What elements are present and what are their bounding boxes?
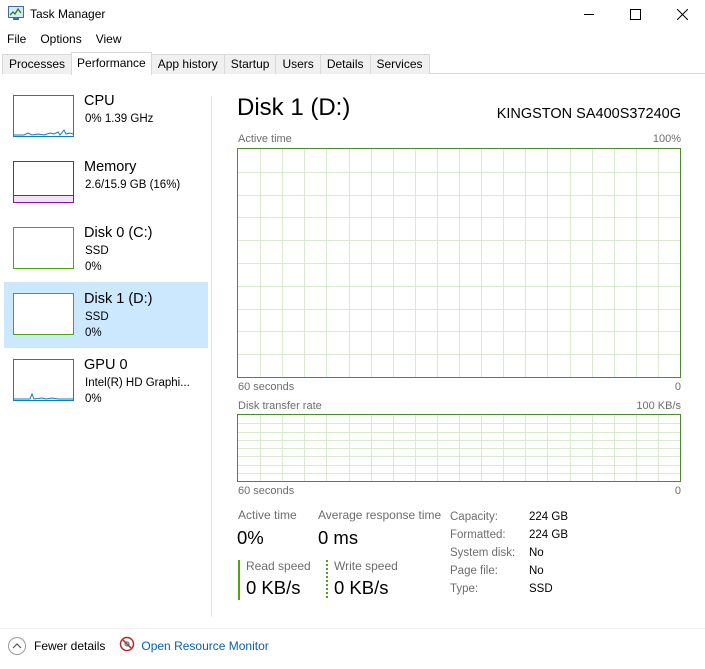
- device-cpu[interactable]: CPU 0% 1.39 GHz: [4, 84, 208, 150]
- transfer-rate-graph-max: 100 KB/s: [636, 400, 681, 412]
- device-detail: Intel(R) HD Graphi...: [85, 377, 190, 389]
- read-speed-label: Read speed: [246, 559, 311, 573]
- footer-divider: [0, 628, 705, 629]
- maximize-button[interactable]: [612, 0, 658, 28]
- tab-services[interactable]: Services: [369, 54, 430, 74]
- prop-key: Formatted:: [450, 529, 506, 541]
- menu-options[interactable]: Options: [33, 30, 88, 48]
- prop-capacity: Capacity: 224 GB: [450, 508, 568, 526]
- prop-page-file: Page file: No: [450, 562, 568, 580]
- tab-app-history[interactable]: App history: [150, 54, 225, 74]
- memory-thumbnail-graph: [13, 161, 74, 203]
- device-disk-1[interactable]: Disk 1 (D:) SSD 0%: [4, 282, 208, 348]
- gpu-thumbnail-graph: [13, 359, 74, 401]
- device-name: Disk 0 (C:): [84, 225, 153, 241]
- task-manager-icon: [8, 6, 24, 20]
- transfer-rate-grid: [238, 415, 680, 481]
- tab-details[interactable]: Details: [319, 54, 371, 74]
- disk-properties: Capacity: 224 GB Formatted: 224 GB System …: [450, 508, 568, 598]
- device-disk-0[interactable]: Disk 0 (C:) SSD 0%: [4, 216, 208, 282]
- active-time-graph-label: Active time: [238, 133, 292, 145]
- device-detail: 2.6/15.9 GB (16%): [85, 179, 181, 191]
- prop-key: Page file:: [450, 565, 498, 577]
- device-type: SSD: [85, 245, 109, 257]
- active-time-value: 0%: [237, 527, 264, 548]
- prop-key: Type:: [450, 583, 479, 595]
- device-usage: 0%: [85, 393, 102, 405]
- prop-value: No: [529, 547, 544, 559]
- resource-monitor-icon[interactable]: [119, 636, 135, 655]
- device-type: SSD: [85, 311, 109, 323]
- prop-key: System disk:: [450, 547, 516, 559]
- menu-view[interactable]: View: [89, 30, 129, 48]
- fewer-details-button[interactable]: Fewer details: [34, 639, 105, 653]
- chevron-up-icon[interactable]: [8, 636, 26, 655]
- device-name: GPU 0: [84, 357, 128, 373]
- write-speed-value: 0 KB/s: [334, 577, 389, 598]
- prop-value: 224 GB: [529, 529, 568, 541]
- disk-thumbnail-graph: [13, 227, 74, 269]
- avg-response-value: 0 ms: [318, 527, 359, 548]
- active-time-label: Active time: [238, 508, 297, 522]
- device-gpu-0[interactable]: GPU 0 Intel(R) HD Graphi... 0%: [4, 348, 208, 414]
- device-detail: 0% 1.39 GHz: [85, 113, 154, 125]
- active-time-graph-min: 0: [674, 381, 681, 393]
- menu-bar: File Options View: [0, 30, 129, 48]
- device-name: Disk 1 (D:): [84, 291, 153, 307]
- active-time-graph: [237, 148, 681, 378]
- footer: Fewer details Open Resource Monitor: [8, 636, 269, 655]
- device-name: CPU: [84, 93, 115, 109]
- active-time-graph-max: 100%: [652, 133, 681, 145]
- tab-users[interactable]: Users: [275, 54, 321, 74]
- prop-type: Type: SSD: [450, 580, 568, 598]
- panel-divider: [211, 96, 212, 617]
- prop-key: Capacity:: [450, 511, 498, 523]
- window-title: Task Manager: [30, 7, 106, 21]
- device-memory[interactable]: Memory 2.6/15.9 GB (16%): [4, 150, 208, 216]
- tab-processes[interactable]: Processes: [2, 54, 73, 74]
- prop-system-disk: System disk: No: [450, 544, 568, 562]
- tab-performance[interactable]: Performance: [71, 52, 152, 75]
- device-usage: 0%: [85, 327, 102, 339]
- avg-response-label: Average response time: [318, 508, 442, 522]
- tab-startup[interactable]: Startup: [223, 54, 277, 74]
- minimize-button[interactable]: [566, 0, 612, 28]
- disk-model: KINGSTON SA400S37240G: [496, 106, 681, 122]
- active-time-graph-xlabel: 60 seconds: [238, 381, 295, 393]
- disk-thumbnail-graph: [13, 293, 74, 335]
- prop-value: 224 GB: [529, 511, 568, 523]
- device-list: CPU 0% 1.39 GHz Memory 2.6/15.9 GB (16%)…: [4, 84, 208, 414]
- menu-file[interactable]: File: [0, 30, 33, 48]
- tab-strip: Processes Performance App history Startu…: [2, 52, 430, 75]
- write-speed-label: Write speed: [334, 559, 398, 573]
- transfer-rate-graph-label: Disk transfer rate: [238, 400, 322, 412]
- read-speed-indicator: [238, 560, 240, 600]
- open-resource-monitor-link[interactable]: Open Resource Monitor: [141, 639, 268, 653]
- prop-value: No: [529, 565, 544, 577]
- disk-title: Disk 1 (D:): [237, 94, 351, 121]
- cpu-thumbnail-graph: [13, 95, 74, 137]
- transfer-rate-graph-min: 0: [674, 485, 681, 497]
- active-time-grid: [238, 149, 680, 377]
- device-name: Memory: [84, 159, 137, 175]
- write-speed-indicator: [326, 560, 328, 600]
- prop-value: SSD: [529, 583, 553, 595]
- prop-formatted: Formatted: 224 GB: [450, 526, 568, 544]
- title-bar: Task Manager: [0, 0, 705, 28]
- transfer-rate-graph: [237, 414, 681, 482]
- transfer-rate-graph-xlabel: 60 seconds: [238, 485, 295, 497]
- device-usage: 0%: [85, 261, 102, 273]
- close-button[interactable]: [659, 0, 705, 28]
- read-speed-value: 0 KB/s: [246, 577, 301, 598]
